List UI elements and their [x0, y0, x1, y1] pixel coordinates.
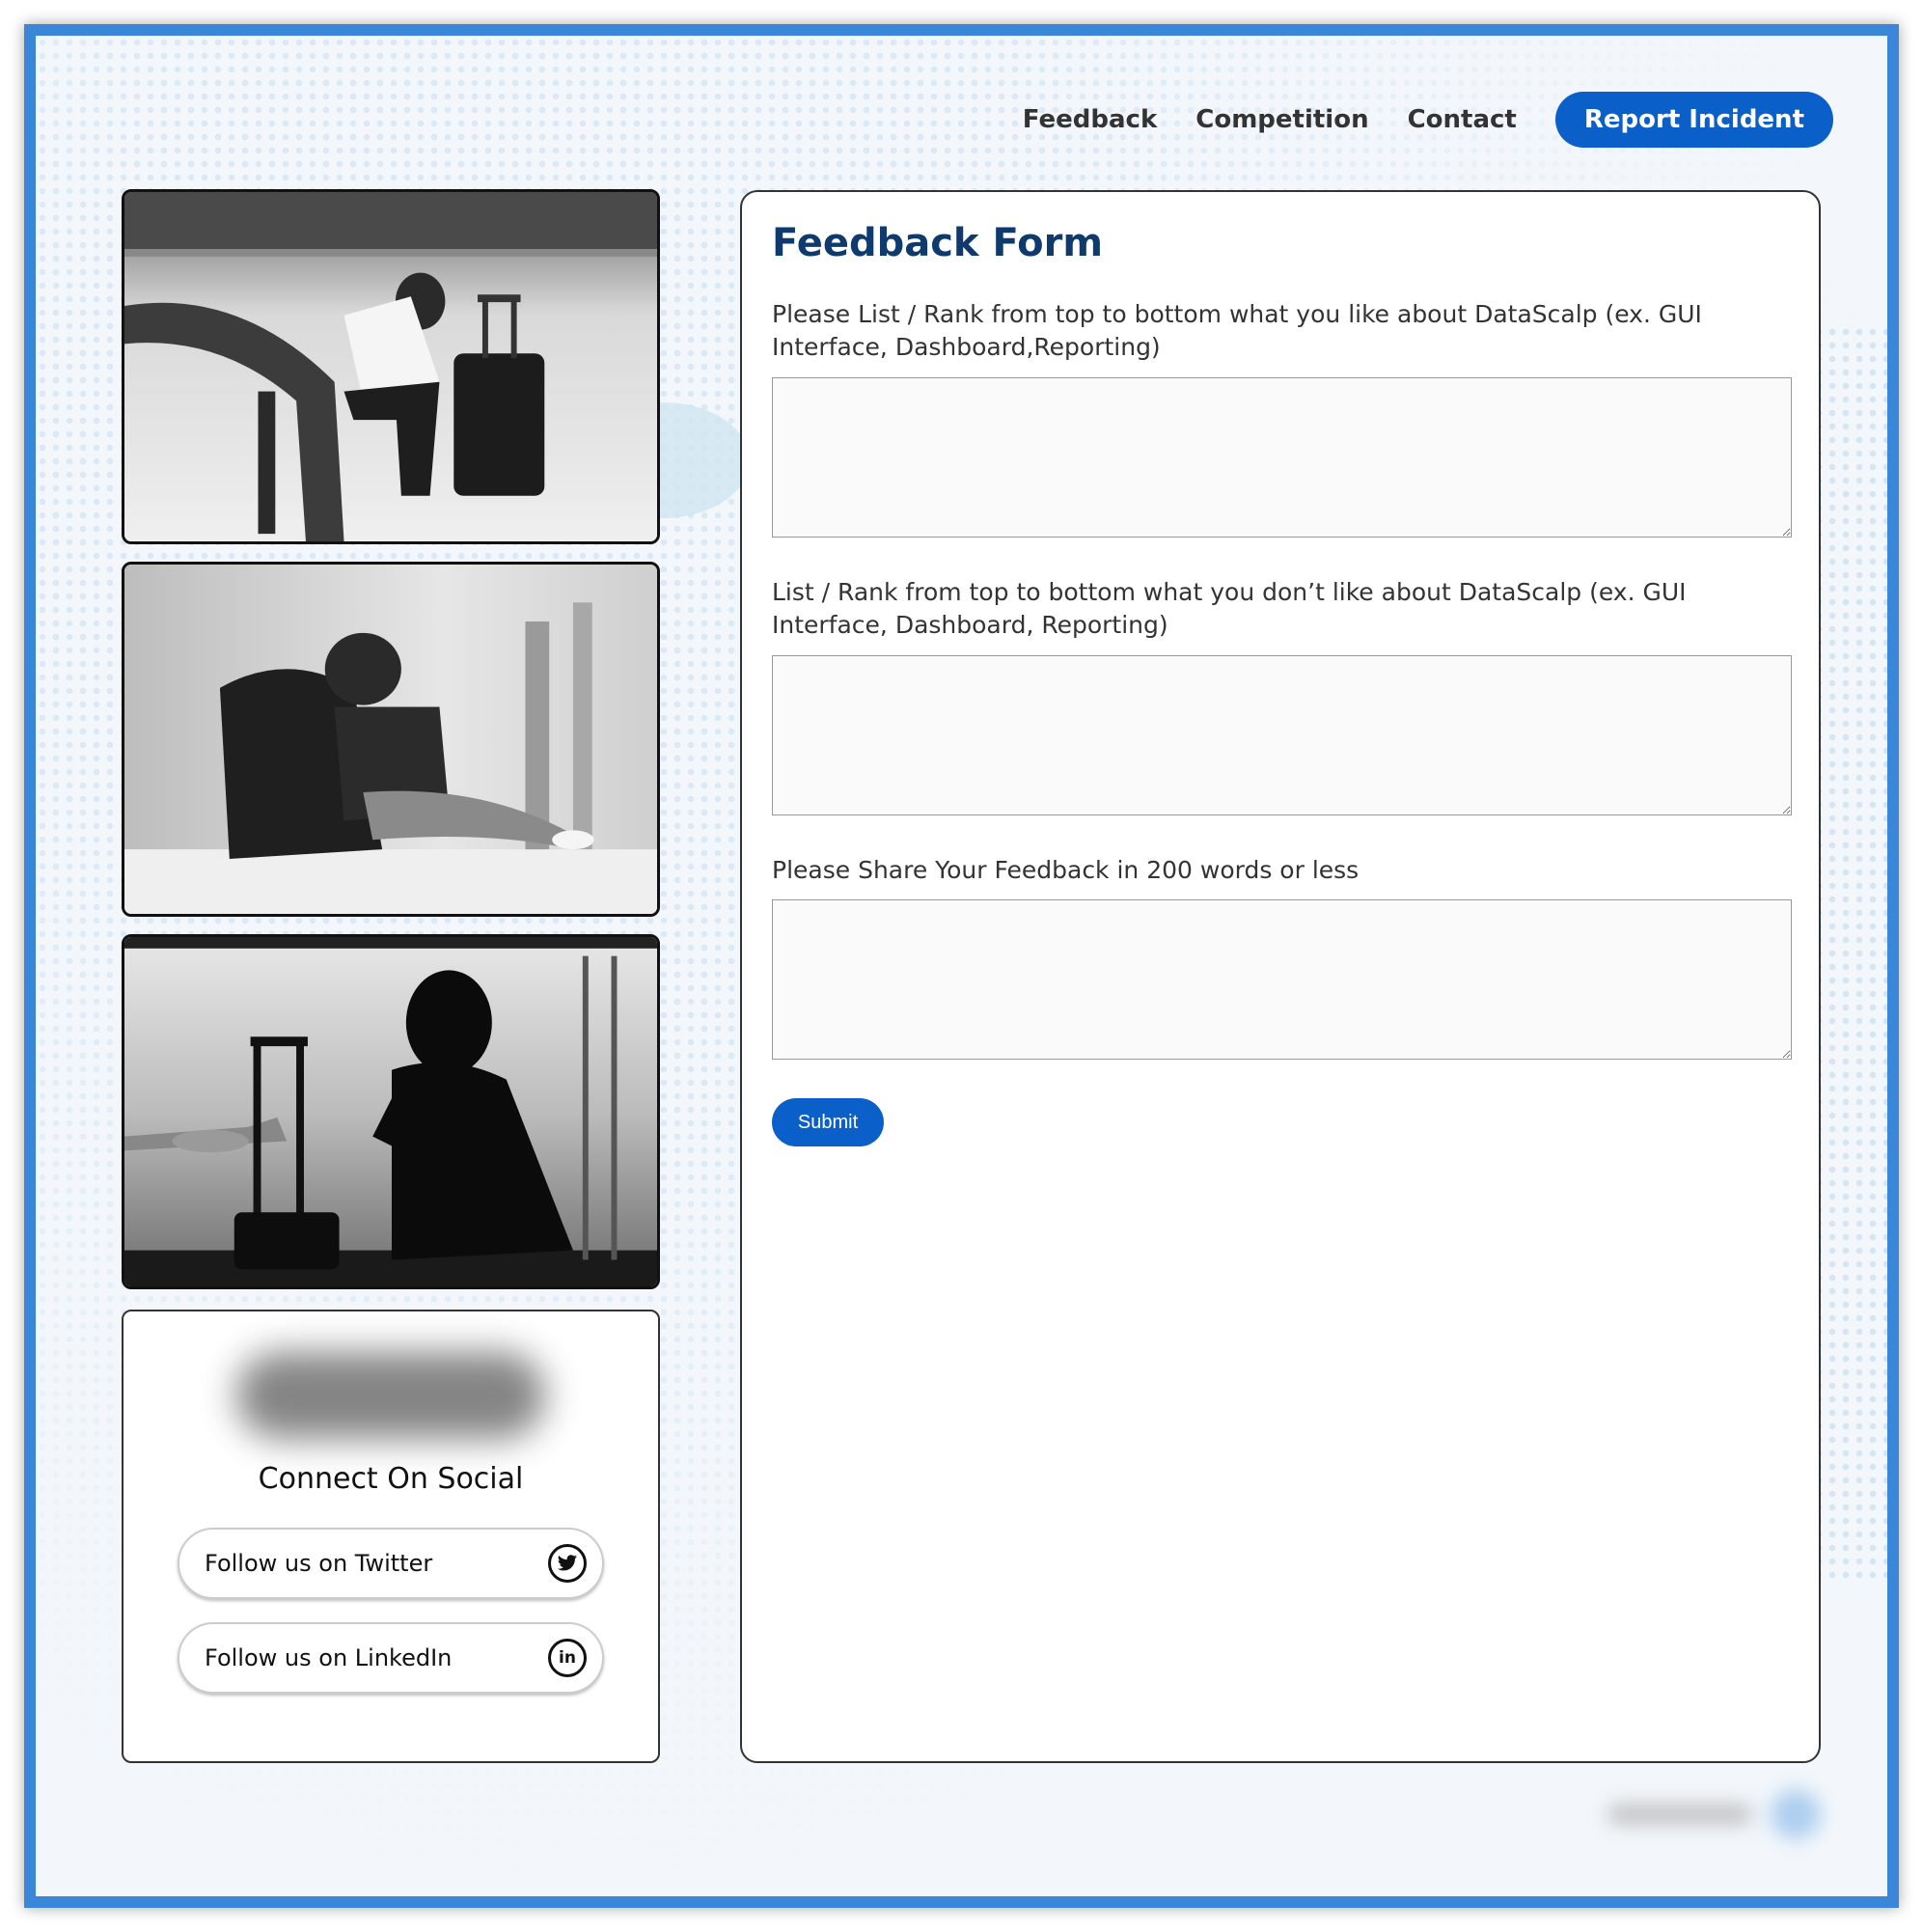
- social-card: Connect On Social Follow us on Twitter F…: [122, 1310, 660, 1763]
- question-dislikes-label: List / Rank from top to bottom what you …: [772, 578, 1687, 639]
- report-incident-button[interactable]: Report Incident: [1554, 92, 1833, 148]
- dislikes-textarea[interactable]: [772, 655, 1792, 815]
- nav-contact[interactable]: Contact: [1408, 105, 1517, 134]
- top-nav: Feedback Competition Contact Report Inci…: [1023, 92, 1833, 148]
- page-frame: Feedback Competition Contact Report Inci…: [24, 24, 1899, 1908]
- social-title: Connect On Social: [258, 1462, 524, 1496]
- nav-competition[interactable]: Competition: [1195, 105, 1368, 134]
- photo-woman-sleeping-on-luggage: [122, 562, 660, 917]
- blurred-logo: [236, 1352, 545, 1439]
- question-feedback-label: Please Share Your Feedback in 200 words …: [772, 856, 1360, 884]
- question-likes-label: Please List / Rank from top to bottom wh…: [772, 300, 1702, 361]
- twitter-icon: [548, 1544, 587, 1583]
- photo-man-waiting-airport: [122, 189, 660, 544]
- photo-woman-silhouette-airport: [122, 934, 660, 1289]
- form-title: Feedback Form: [772, 221, 1104, 265]
- nav-feedback[interactable]: Feedback: [1023, 105, 1157, 134]
- feedback-textarea[interactable]: [772, 899, 1792, 1060]
- submit-button[interactable]: Submit: [772, 1098, 884, 1146]
- linkedin-follow-button[interactable]: Follow us on LinkedIn in: [178, 1622, 604, 1694]
- blurred-footer-badge: [1607, 1785, 1829, 1843]
- linkedin-follow-label: Follow us on LinkedIn: [205, 1644, 453, 1671]
- twitter-follow-button[interactable]: Follow us on Twitter: [178, 1528, 604, 1599]
- likes-textarea[interactable]: [772, 377, 1792, 538]
- feedback-form-card: Feedback Form Please List / Rank from to…: [740, 190, 1821, 1763]
- linkedin-icon: in: [548, 1639, 587, 1677]
- twitter-follow-label: Follow us on Twitter: [205, 1550, 433, 1577]
